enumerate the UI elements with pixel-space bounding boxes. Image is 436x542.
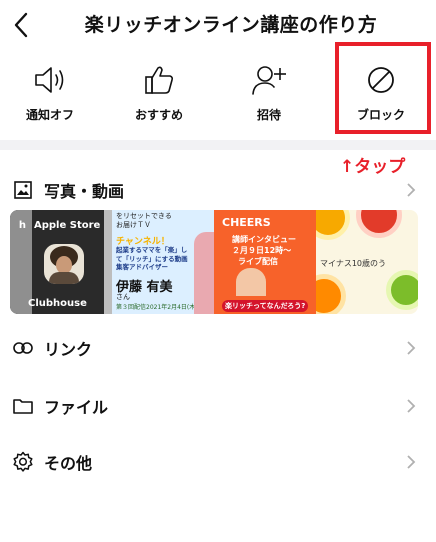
invite-label: 招待 <box>256 108 281 122</box>
thumbnail-text: Clubhouse <box>28 298 87 309</box>
block-highlight-box <box>335 42 431 134</box>
media-thumbnail[interactable]: マイナス10歳のう <box>316 210 418 314</box>
gear-icon <box>12 451 34 473</box>
chevron-right-icon <box>407 455 416 469</box>
chevron-left-icon <box>14 12 28 38</box>
thumbnail-text: をリセットできる お届けＴＶ <box>116 212 172 229</box>
recommend-label: おすすめ <box>134 108 183 122</box>
back-button[interactable] <box>6 8 36 42</box>
file-label: ファイル <box>44 398 109 417</box>
thumbnail-person <box>194 232 214 314</box>
thumbnail-text: h Apple Store <box>18 220 101 231</box>
file-row[interactable]: ファイル <box>0 386 436 426</box>
speaker-icon <box>35 67 64 93</box>
photo-icon <box>12 179 34 201</box>
add-user-icon <box>252 66 286 95</box>
thumbnail-text: CHEERS <box>222 216 271 229</box>
media-row[interactable]: 写真・動画 <box>0 170 436 210</box>
media-thumbnails: h Apple Store Clubhouse をリセットできる お届けＴＶ チャン… <box>10 210 418 314</box>
recommend-button[interactable]: おすすめ <box>109 52 209 132</box>
thumbnail-text: さん <box>116 293 130 301</box>
thumbnail-text: 起業するママを「楽」し て「リッチ」にする動画 集客アドバイザー <box>116 246 188 271</box>
thumbnail-text: ２月９日12時～ <box>232 246 292 255</box>
media-thumbnail[interactable]: h Apple Store Clubhouse <box>10 210 112 314</box>
fruit-graphic <box>386 270 418 310</box>
avatar <box>44 244 84 284</box>
media-label: 写真・動画 <box>44 182 125 201</box>
invite-button[interactable]: 招待 <box>219 52 319 132</box>
mute-label: 通知オフ <box>25 108 74 122</box>
other-row[interactable]: その他 <box>0 442 436 482</box>
chevron-right-icon <box>407 399 416 413</box>
thumbnail-text: 講師インタビュー <box>232 235 296 244</box>
section-divider <box>0 140 436 150</box>
mute-notifications-button[interactable]: 通知オフ <box>0 52 100 132</box>
fruit-graphic <box>356 210 402 238</box>
fruit-graphic <box>316 210 350 240</box>
thumbnail-text: マイナス10歳のう <box>320 259 387 268</box>
page-title: 楽リッチオンライン講座の作り方 <box>84 14 378 36</box>
thumbnail-text: ライブ配信 <box>238 257 278 266</box>
fruit-graphic <box>316 274 346 314</box>
thumbnail-person <box>236 268 266 296</box>
link-label: リンク <box>44 340 93 359</box>
media-thumbnail[interactable]: をリセットできる お届けＴＶ チャンネル！ 起業するママを「楽」し て「リッチ」に… <box>112 210 214 314</box>
folder-icon <box>12 395 34 417</box>
thumbs-up-icon <box>145 66 174 94</box>
thumbnail-text: 楽リッチってなんだろう? <box>222 300 309 312</box>
thumbnail-text: 第３回配信2021年2月4日(木)19 <box>116 304 206 311</box>
header: 楽リッチオンライン講座の作り方 <box>0 0 436 48</box>
chevron-right-icon <box>407 183 416 197</box>
chevron-right-icon <box>407 341 416 355</box>
other-label: その他 <box>44 454 93 473</box>
link-row[interactable]: リンク <box>0 328 436 368</box>
media-thumbnail[interactable]: CHEERS 講師インタビュー ２月９日12時～ ライブ配信 楽リッチってなんだ… <box>214 210 316 314</box>
link-icon <box>12 337 34 359</box>
